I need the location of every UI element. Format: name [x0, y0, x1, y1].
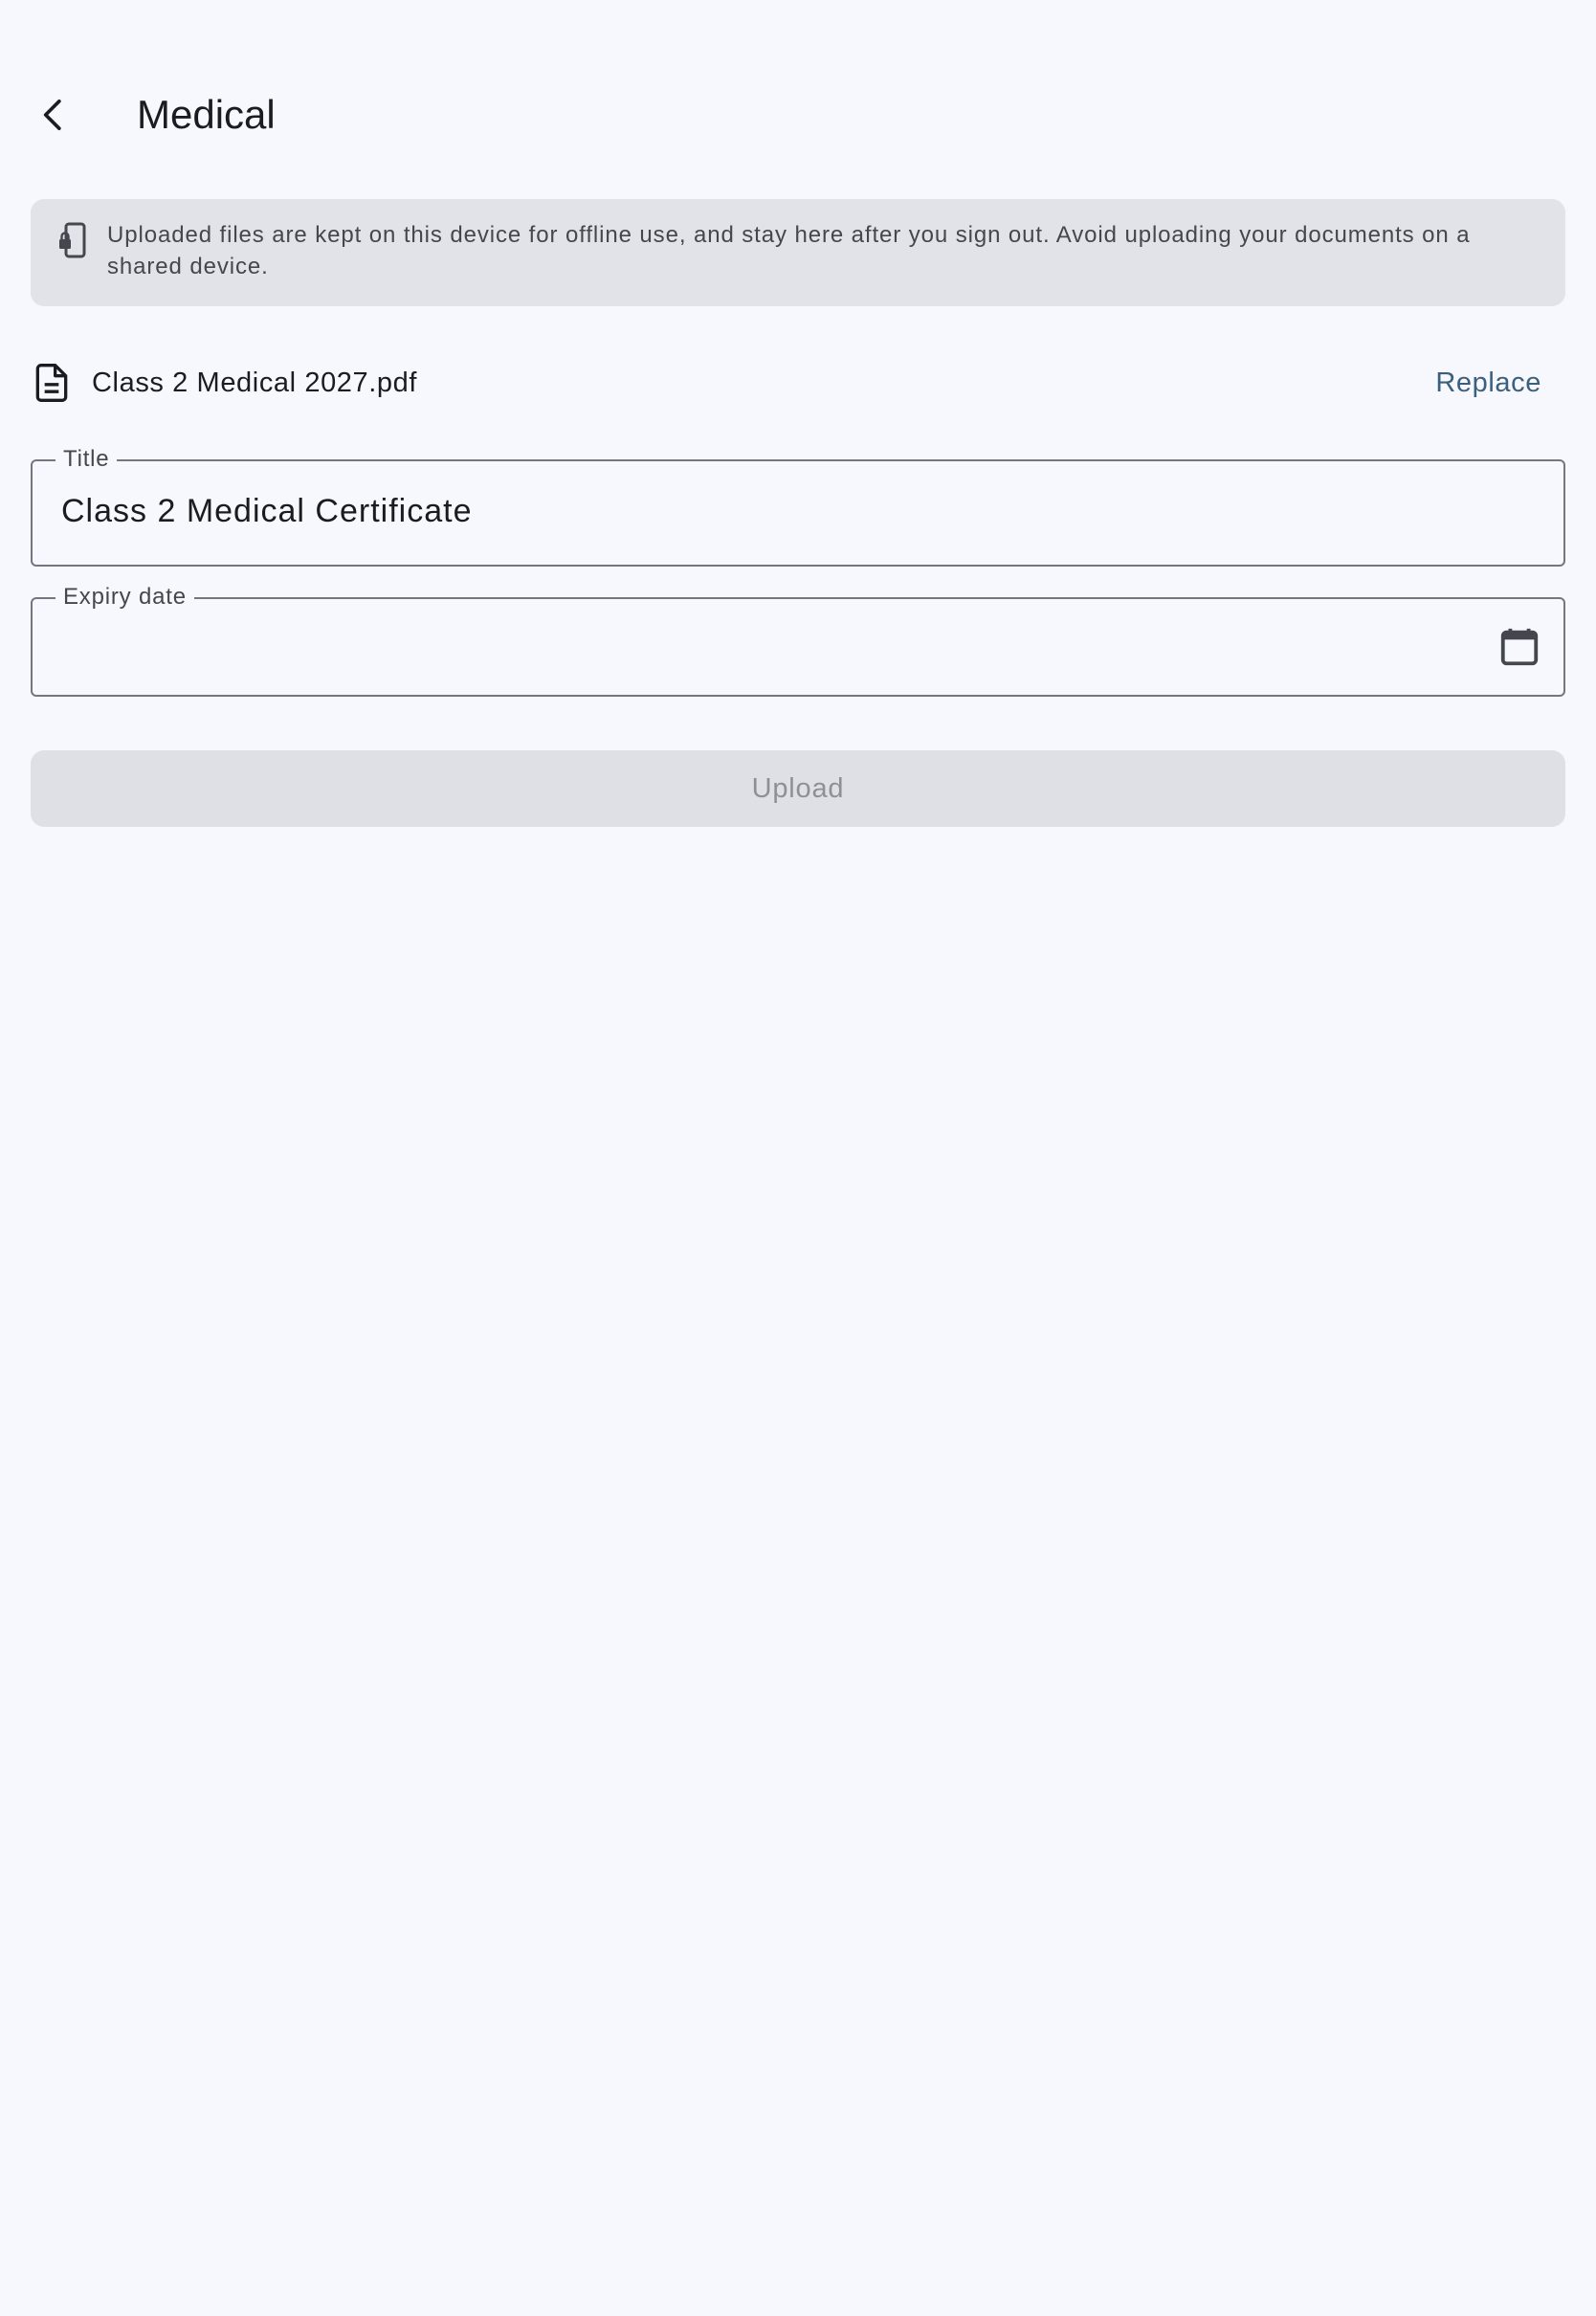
file-name: Class 2 Medical 2027.pdf — [92, 367, 418, 398]
offline-storage-notice: Uploaded files are kept on this device f… — [31, 199, 1565, 306]
notice-text: Uploaded files are kept on this device f… — [107, 222, 1471, 279]
date-picker-button[interactable] — [1493, 620, 1546, 674]
phone-lock-icon — [59, 222, 86, 258]
title-field-label: Title — [55, 445, 118, 474]
upload-button[interactable]: Upload — [31, 750, 1565, 827]
expiry-date-field[interactable]: Expiry date — [31, 583, 1565, 697]
document-icon — [35, 364, 68, 402]
selected-file-row: Class 2 Medical 2027.pdf Replace — [31, 345, 1565, 421]
app-bar: Medical — [0, 0, 1596, 191]
title-field[interactable]: Title — [31, 445, 1565, 567]
expiry-date-input[interactable] — [61, 626, 1401, 668]
page-title: Medical — [137, 92, 276, 137]
title-input[interactable] — [61, 490, 1496, 532]
back-button[interactable] — [17, 78, 90, 151]
chevron-left-icon — [43, 100, 61, 131]
expiry-date-label: Expiry date — [55, 583, 194, 612]
calendar-icon — [1500, 628, 1539, 666]
replace-file-button[interactable]: Replace — [1411, 352, 1565, 413]
